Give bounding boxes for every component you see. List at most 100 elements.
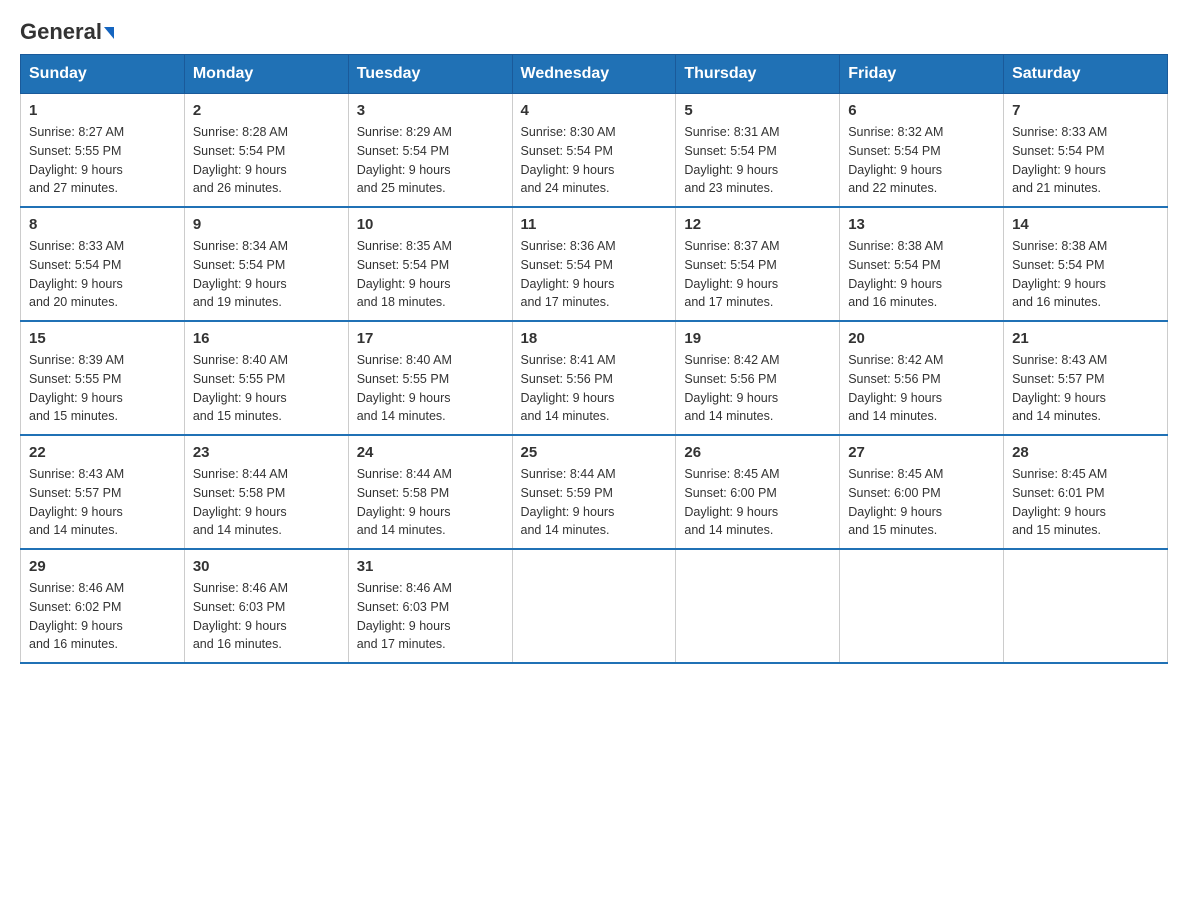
calendar-cell: 11 Sunrise: 8:36 AMSunset: 5:54 PMDayligh… [512,207,676,321]
weekday-header-tuesday: Tuesday [348,55,512,94]
calendar-cell [840,549,1004,663]
calendar-cell: 20 Sunrise: 8:42 AMSunset: 5:56 PMDayligh… [840,321,1004,435]
day-info: Sunrise: 8:45 AMSunset: 6:01 PMDaylight:… [1012,465,1159,540]
calendar-cell: 31Sunrise: 8:46 AMSunset: 6:03 PMDayligh… [348,549,512,663]
day-info: Sunrise: 8:36 AMSunset: 5:54 PMDaylight:… [521,237,668,312]
day-info: Sunrise: 8:30 AMSunset: 5:54 PMDaylight:… [521,123,668,198]
calendar-cell [512,549,676,663]
day-info: Sunrise: 8:39 AMSunset: 5:55 PMDaylight:… [29,351,176,426]
day-info: Sunrise: 8:44 AMSunset: 5:59 PMDaylight:… [521,465,668,540]
day-number: 22 [29,444,176,461]
calendar-cell: 22 Sunrise: 8:43 AMSunset: 5:57 PMDayligh… [21,435,185,549]
calendar-cell: 27 Sunrise: 8:45 AMSunset: 6:00 PMDayligh… [840,435,1004,549]
day-info: Sunrise: 8:44 AMSunset: 5:58 PMDaylight:… [357,465,504,540]
day-info: Sunrise: 8:42 AMSunset: 5:56 PMDaylight:… [848,351,995,426]
calendar-cell: 18Sunrise: 8:41 AMSunset: 5:56 PMDayligh… [512,321,676,435]
day-number: 6 [848,102,995,119]
day-info: Sunrise: 8:46 AMSunset: 6:02 PMDaylight:… [29,579,176,654]
calendar-cell: 15 Sunrise: 8:39 AMSunset: 5:55 PMDayligh… [21,321,185,435]
calendar-cell: 4 Sunrise: 8:30 AMSunset: 5:54 PMDaylight… [512,94,676,208]
calendar-cell: 14Sunrise: 8:38 AMSunset: 5:54 PMDayligh… [1004,207,1168,321]
weekday-header-saturday: Saturday [1004,55,1168,94]
weekday-header-monday: Monday [184,55,348,94]
calendar-cell: 13 Sunrise: 8:38 AMSunset: 5:54 PMDayligh… [840,207,1004,321]
calendar-cell: 10 Sunrise: 8:35 AMSunset: 5:54 PMDayligh… [348,207,512,321]
day-info: Sunrise: 8:28 AMSunset: 5:54 PMDaylight:… [193,123,340,198]
day-info: Sunrise: 8:43 AMSunset: 5:57 PMDaylight:… [29,465,176,540]
day-number: 4 [521,102,668,119]
day-number: 14 [1012,216,1159,233]
calendar-week-row: 15 Sunrise: 8:39 AMSunset: 5:55 PMDayligh… [21,321,1168,435]
calendar-week-row: 22 Sunrise: 8:43 AMSunset: 5:57 PMDayligh… [21,435,1168,549]
calendar-cell: 2 Sunrise: 8:28 AMSunset: 5:54 PMDaylight… [184,94,348,208]
calendar-cell: 24 Sunrise: 8:44 AMSunset: 5:58 PMDayligh… [348,435,512,549]
calendar-cell: 12 Sunrise: 8:37 AMSunset: 5:54 PMDayligh… [676,207,840,321]
day-number: 1 [29,102,176,119]
calendar-week-row: 8 Sunrise: 8:33 AMSunset: 5:54 PMDaylight… [21,207,1168,321]
calendar-cell: 29 Sunrise: 8:46 AMSunset: 6:02 PMDayligh… [21,549,185,663]
day-number: 12 [684,216,831,233]
day-info: Sunrise: 8:31 AMSunset: 5:54 PMDaylight:… [684,123,831,198]
calendar-cell: 6 Sunrise: 8:32 AMSunset: 5:54 PMDaylight… [840,94,1004,208]
day-number: 7 [1012,102,1159,119]
day-number: 5 [684,102,831,119]
day-number: 13 [848,216,995,233]
day-number: 11 [521,216,668,233]
calendar-cell: 7 Sunrise: 8:33 AMSunset: 5:54 PMDaylight… [1004,94,1168,208]
day-number: 25 [521,444,668,461]
day-number: 15 [29,330,176,347]
day-info: Sunrise: 8:44 AMSunset: 5:58 PMDaylight:… [193,465,340,540]
day-number: 18 [521,330,668,347]
day-number: 16 [193,330,340,347]
day-info: Sunrise: 8:46 AMSunset: 6:03 PMDaylight:… [193,579,340,654]
calendar-cell: 3 Sunrise: 8:29 AMSunset: 5:54 PMDaylight… [348,94,512,208]
day-number: 31 [357,558,504,575]
day-info: Sunrise: 8:40 AMSunset: 5:55 PMDaylight:… [193,351,340,426]
day-number: 9 [193,216,340,233]
day-info: Sunrise: 8:33 AMSunset: 5:54 PMDaylight:… [29,237,176,312]
day-number: 27 [848,444,995,461]
calendar-cell: 26 Sunrise: 8:45 AMSunset: 6:00 PMDayligh… [676,435,840,549]
calendar-cell: 17Sunrise: 8:40 AMSunset: 5:55 PMDayligh… [348,321,512,435]
day-number: 28 [1012,444,1159,461]
weekday-header-friday: Friday [840,55,1004,94]
day-info: Sunrise: 8:29 AMSunset: 5:54 PMDaylight:… [357,123,504,198]
calendar-cell: 30 Sunrise: 8:46 AMSunset: 6:03 PMDayligh… [184,549,348,663]
day-number: 24 [357,444,504,461]
day-number: 2 [193,102,340,119]
day-info: Sunrise: 8:35 AMSunset: 5:54 PMDaylight:… [357,237,504,312]
calendar-week-row: 1 Sunrise: 8:27 AMSunset: 5:55 PMDaylight… [21,94,1168,208]
weekday-header-sunday: Sunday [21,55,185,94]
calendar-cell: 5 Sunrise: 8:31 AMSunset: 5:54 PMDaylight… [676,94,840,208]
calendar-cell [676,549,840,663]
day-info: Sunrise: 8:32 AMSunset: 5:54 PMDaylight:… [848,123,995,198]
calendar-cell: 1 Sunrise: 8:27 AMSunset: 5:55 PMDaylight… [21,94,185,208]
calendar-cell: 25 Sunrise: 8:44 AMSunset: 5:59 PMDayligh… [512,435,676,549]
day-info: Sunrise: 8:38 AMSunset: 5:54 PMDaylight:… [848,237,995,312]
day-info: Sunrise: 8:45 AMSunset: 6:00 PMDaylight:… [684,465,831,540]
calendar-cell: 23Sunrise: 8:44 AMSunset: 5:58 PMDayligh… [184,435,348,549]
calendar-cell: 21Sunrise: 8:43 AMSunset: 5:57 PMDayligh… [1004,321,1168,435]
calendar-cell: 19Sunrise: 8:42 AMSunset: 5:56 PMDayligh… [676,321,840,435]
weekday-header-row: SundayMondayTuesdayWednesdayThursdayFrid… [21,55,1168,94]
calendar-table: SundayMondayTuesdayWednesdayThursdayFrid… [20,54,1168,664]
calendar-header: SundayMondayTuesdayWednesdayThursdayFrid… [21,55,1168,94]
day-info: Sunrise: 8:45 AMSunset: 6:00 PMDaylight:… [848,465,995,540]
day-number: 26 [684,444,831,461]
day-number: 20 [848,330,995,347]
day-info: Sunrise: 8:27 AMSunset: 5:55 PMDaylight:… [29,123,176,198]
day-number: 19 [684,330,831,347]
day-number: 30 [193,558,340,575]
day-number: 3 [357,102,504,119]
day-number: 29 [29,558,176,575]
calendar-week-row: 29 Sunrise: 8:46 AMSunset: 6:02 PMDayligh… [21,549,1168,663]
weekday-header-thursday: Thursday [676,55,840,94]
day-number: 10 [357,216,504,233]
day-info: Sunrise: 8:33 AMSunset: 5:54 PMDaylight:… [1012,123,1159,198]
calendar-cell: 8 Sunrise: 8:33 AMSunset: 5:54 PMDaylight… [21,207,185,321]
calendar-cell [1004,549,1168,663]
day-number: 8 [29,216,176,233]
logo-text: General [20,20,114,44]
day-info: Sunrise: 8:37 AMSunset: 5:54 PMDaylight:… [684,237,831,312]
day-info: Sunrise: 8:43 AMSunset: 5:57 PMDaylight:… [1012,351,1159,426]
